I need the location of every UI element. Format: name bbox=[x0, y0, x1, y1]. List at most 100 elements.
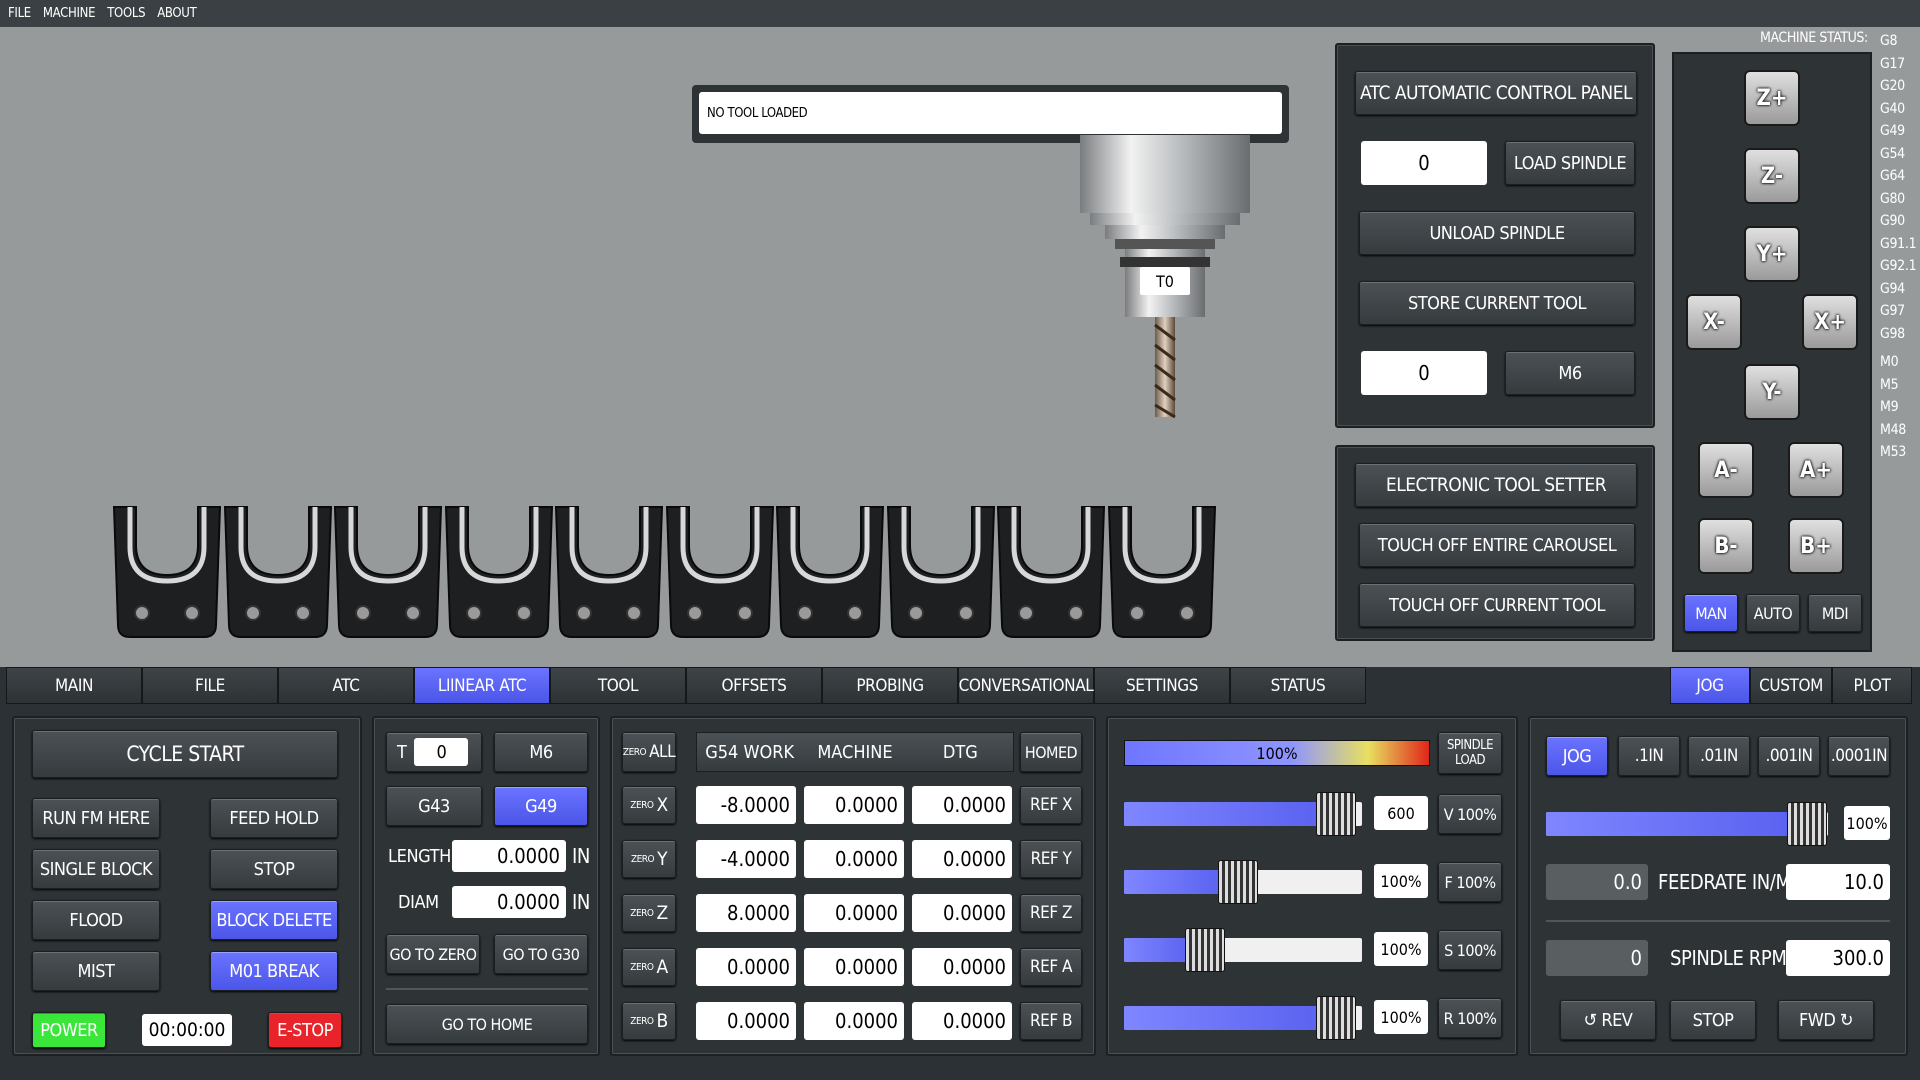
jog-z-plus-button[interactable]: Z+ bbox=[1744, 70, 1800, 126]
touch-off-current-tool-button[interactable]: TOUCH OFF CURRENT TOOL bbox=[1359, 583, 1635, 627]
go-to-home-button[interactable]: GO TO HOME bbox=[386, 1004, 588, 1044]
ref-x-button[interactable]: REF X bbox=[1020, 786, 1082, 824]
mode-man-button[interactable]: MAN bbox=[1684, 594, 1738, 632]
tab-settings[interactable]: SETTINGS bbox=[1094, 667, 1230, 704]
stop-button[interactable]: STOP bbox=[210, 849, 338, 889]
menu-tools[interactable]: TOOLS bbox=[107, 6, 145, 21]
tab-offsets[interactable]: OFFSETS bbox=[686, 667, 822, 704]
tool-m6-button[interactable]: M6 bbox=[494, 732, 588, 772]
jog-z-minus-button[interactable]: Z- bbox=[1744, 148, 1800, 204]
run-from-here-button[interactable]: RUN FM HERE bbox=[32, 798, 160, 838]
override-thumb[interactable] bbox=[1316, 996, 1356, 1040]
zero-a-button[interactable]: ZERO A bbox=[622, 948, 676, 986]
work-b-value[interactable]: 0.0000 bbox=[696, 1002, 796, 1040]
override-reset-button[interactable]: R 100% bbox=[1438, 998, 1502, 1038]
zero-b-button[interactable]: ZERO B bbox=[622, 1002, 676, 1040]
override-reset-button[interactable]: F 100% bbox=[1438, 862, 1502, 902]
step-0p001-button[interactable]: .001IN bbox=[1758, 736, 1820, 776]
tab-probing[interactable]: PROBING bbox=[822, 667, 958, 704]
m01-break-button[interactable]: M01 BREAK bbox=[210, 951, 338, 991]
tab-file[interactable]: FILE bbox=[142, 667, 278, 704]
tab-tool[interactable]: TOOL bbox=[550, 667, 686, 704]
axis-letter: Z bbox=[656, 902, 668, 924]
estop-button[interactable]: E-STOP bbox=[268, 1012, 342, 1048]
feedrate-input[interactable]: 10.0 bbox=[1786, 864, 1890, 900]
override-thumb[interactable] bbox=[1185, 928, 1225, 972]
jog-x-plus-button[interactable]: X+ bbox=[1802, 294, 1858, 350]
work-z-value[interactable]: 8.0000 bbox=[696, 894, 796, 932]
block-delete-button[interactable]: BLOCK DELETE bbox=[210, 900, 338, 940]
menu-file[interactable]: FILE bbox=[8, 6, 31, 21]
override-fill bbox=[1124, 870, 1224, 894]
tab-linear-atc[interactable]: LIINEAR ATC bbox=[414, 667, 550, 704]
jog-speed-slider[interactable] bbox=[1546, 812, 1828, 836]
override-reset-button[interactable]: V 100% bbox=[1438, 794, 1502, 834]
feedrate-actual: 0.0 bbox=[1546, 864, 1648, 900]
tab-jog[interactable]: JOG bbox=[1670, 667, 1750, 704]
go-to-zero-button[interactable]: GO TO ZERO bbox=[386, 934, 480, 974]
zero-x-button[interactable]: ZERO X bbox=[622, 786, 676, 824]
power-button[interactable]: POWER bbox=[32, 1012, 106, 1048]
spindle-fwd-button[interactable]: FWD ↻ bbox=[1778, 1000, 1874, 1040]
zero-z-button[interactable]: ZERO Z bbox=[622, 894, 676, 932]
step-0p01-button[interactable]: .01IN bbox=[1688, 736, 1750, 776]
jog-speed-thumb[interactable] bbox=[1787, 802, 1827, 846]
step-0p0001-button[interactable]: .0001IN bbox=[1828, 736, 1890, 776]
tool-number-input[interactable]: 0 bbox=[414, 738, 469, 766]
zero-all-button[interactable]: ZERO ALL bbox=[622, 732, 676, 772]
tab-atc[interactable]: ATC bbox=[278, 667, 414, 704]
override-thumb[interactable] bbox=[1218, 860, 1258, 904]
mist-button[interactable]: MIST bbox=[32, 951, 160, 991]
touch-off-carousel-button[interactable]: TOUCH OFF ENTIRE CAROUSEL bbox=[1359, 523, 1635, 567]
g49-button[interactable]: G49 bbox=[494, 786, 588, 826]
tab-status[interactable]: STATUS bbox=[1230, 667, 1366, 704]
jog-b-minus-button[interactable]: B- bbox=[1698, 518, 1754, 574]
atc-tool-number-input[interactable]: 0 bbox=[1361, 141, 1487, 185]
menu-machine[interactable]: MACHINE bbox=[43, 6, 96, 21]
tool-length-input[interactable]: 0.0000 bbox=[452, 840, 566, 872]
jog-y-plus-button[interactable]: Y+ bbox=[1744, 226, 1800, 282]
spindle-rev-button[interactable]: ↺ REV bbox=[1560, 1000, 1656, 1040]
work-x-value[interactable]: -8.0000 bbox=[696, 786, 796, 824]
tool-diam-input[interactable]: 0.0000 bbox=[452, 886, 566, 918]
work-y-value[interactable]: -4.0000 bbox=[696, 840, 796, 878]
homed-button[interactable]: HOMED bbox=[1020, 732, 1082, 772]
single-block-button[interactable]: SINGLE BLOCK bbox=[32, 849, 160, 889]
m6-button[interactable]: M6 bbox=[1505, 351, 1635, 395]
ref-a-button[interactable]: REF A bbox=[1020, 948, 1082, 986]
tab-main[interactable]: MAIN bbox=[6, 667, 142, 704]
store-current-tool-button[interactable]: STORE CURRENT TOOL bbox=[1359, 281, 1635, 325]
mode-mdi-button[interactable]: MDI bbox=[1808, 594, 1862, 632]
go-to-g30-button[interactable]: GO TO G30 bbox=[494, 934, 588, 974]
tab-plot[interactable]: PLOT bbox=[1832, 667, 1912, 704]
ref-b-button[interactable]: REF B bbox=[1020, 1002, 1082, 1040]
spindle-rpm-input[interactable]: 300.0 bbox=[1786, 940, 1890, 976]
mode-auto-button[interactable]: AUTO bbox=[1746, 594, 1800, 632]
feed-hold-button[interactable]: FEED HOLD bbox=[210, 798, 338, 838]
jog-a-minus-button[interactable]: A- bbox=[1698, 442, 1754, 498]
jog-y-minus-button[interactable]: Y- bbox=[1744, 364, 1800, 420]
load-spindle-button[interactable]: LOAD SPINDLE bbox=[1505, 141, 1635, 185]
m6-tool-number-input[interactable]: 0 bbox=[1361, 351, 1487, 395]
tab-custom[interactable]: CUSTOM bbox=[1750, 667, 1832, 704]
override-thumb[interactable] bbox=[1316, 792, 1356, 836]
g43-button[interactable]: G43 bbox=[386, 786, 482, 826]
override-slider[interactable] bbox=[1124, 938, 1362, 962]
override-reset-button[interactable]: S 100% bbox=[1438, 930, 1502, 970]
ref-y-button[interactable]: REF Y bbox=[1020, 840, 1082, 878]
jog-a-plus-button[interactable]: A+ bbox=[1788, 442, 1844, 498]
jog-mode-button[interactable]: JOG bbox=[1546, 736, 1608, 776]
tab-conversational[interactable]: CONVERSATIONAL bbox=[958, 667, 1094, 704]
flood-button[interactable]: FLOOD bbox=[32, 900, 160, 940]
cycle-start-button[interactable]: CYCLE START bbox=[32, 730, 338, 778]
unload-spindle-button[interactable]: UNLOAD SPINDLE bbox=[1359, 211, 1635, 255]
jog-x-minus-button[interactable]: X- bbox=[1686, 294, 1742, 350]
step-0p1-button[interactable]: .1IN bbox=[1618, 736, 1680, 776]
work-a-value[interactable]: 0.0000 bbox=[696, 948, 796, 986]
zero-y-button[interactable]: ZERO Y bbox=[622, 840, 676, 878]
jog-b-plus-button[interactable]: B+ bbox=[1788, 518, 1844, 574]
spindle-stop-button[interactable]: STOP bbox=[1670, 1000, 1756, 1040]
ref-z-button[interactable]: REF Z bbox=[1020, 894, 1082, 932]
jog-z-plus-label: Z+ bbox=[1756, 85, 1788, 111]
menu-about[interactable]: ABOUT bbox=[157, 6, 197, 21]
